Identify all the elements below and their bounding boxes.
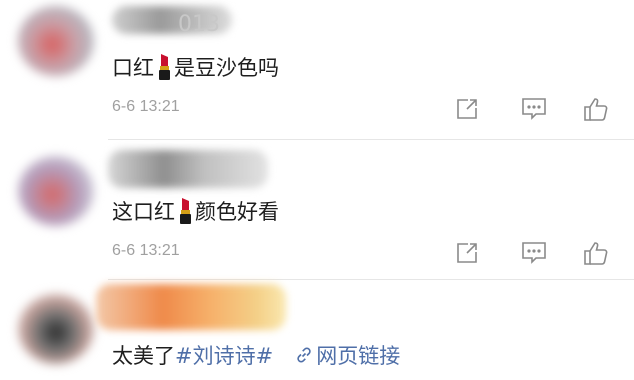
avatar[interactable] (18, 156, 94, 226)
comment-icon (522, 98, 546, 120)
comment-timestamp: 6-6 13:21 (112, 98, 180, 115)
lipstick-emoji-icon (159, 54, 170, 80)
comment-text-after: 颜色好看 (195, 200, 279, 224)
username-blurred[interactable] (96, 284, 286, 330)
comment-text-before: 这口红 (112, 200, 175, 224)
share-button[interactable] (452, 238, 482, 268)
comment-text-plain: 太美了 (112, 344, 175, 368)
share-icon (457, 243, 477, 263)
share-icon (457, 99, 477, 119)
comment-text-before: 口红 (112, 56, 154, 80)
comment-icon (522, 242, 546, 264)
like-button[interactable] (581, 94, 611, 124)
comment-text: 太美了 #刘诗诗# 网页链接 (112, 340, 400, 370)
username-blurred[interactable] (108, 150, 268, 188)
hashtag-link[interactable]: #刘诗诗# (175, 340, 273, 370)
thumbs-up-icon (584, 98, 608, 121)
comment-text: 口红 是豆沙色吗 (112, 52, 279, 82)
web-link-label: 网页链接 (316, 344, 401, 368)
username-fragment: 013 (178, 12, 220, 37)
comment-timestamp: 6-6 13:21 (112, 242, 180, 259)
comment-button[interactable] (519, 238, 549, 268)
link-icon (297, 347, 311, 363)
like-button[interactable] (581, 238, 611, 268)
web-link[interactable]: 网页链接 (295, 340, 400, 370)
avatar[interactable] (18, 294, 94, 364)
avatar[interactable] (18, 6, 94, 76)
share-button[interactable] (452, 94, 482, 124)
comment-text: 这口红 颜色好看 (112, 196, 279, 226)
comment-button[interactable] (519, 94, 549, 124)
comment-item: 013 口红 是豆沙色吗 6-6 13:21 (0, 0, 634, 140)
thumbs-up-icon (584, 242, 608, 265)
comment-text-after: 是豆沙色吗 (174, 56, 279, 80)
lipstick-emoji-icon (180, 198, 191, 224)
comment-divider (108, 279, 634, 280)
